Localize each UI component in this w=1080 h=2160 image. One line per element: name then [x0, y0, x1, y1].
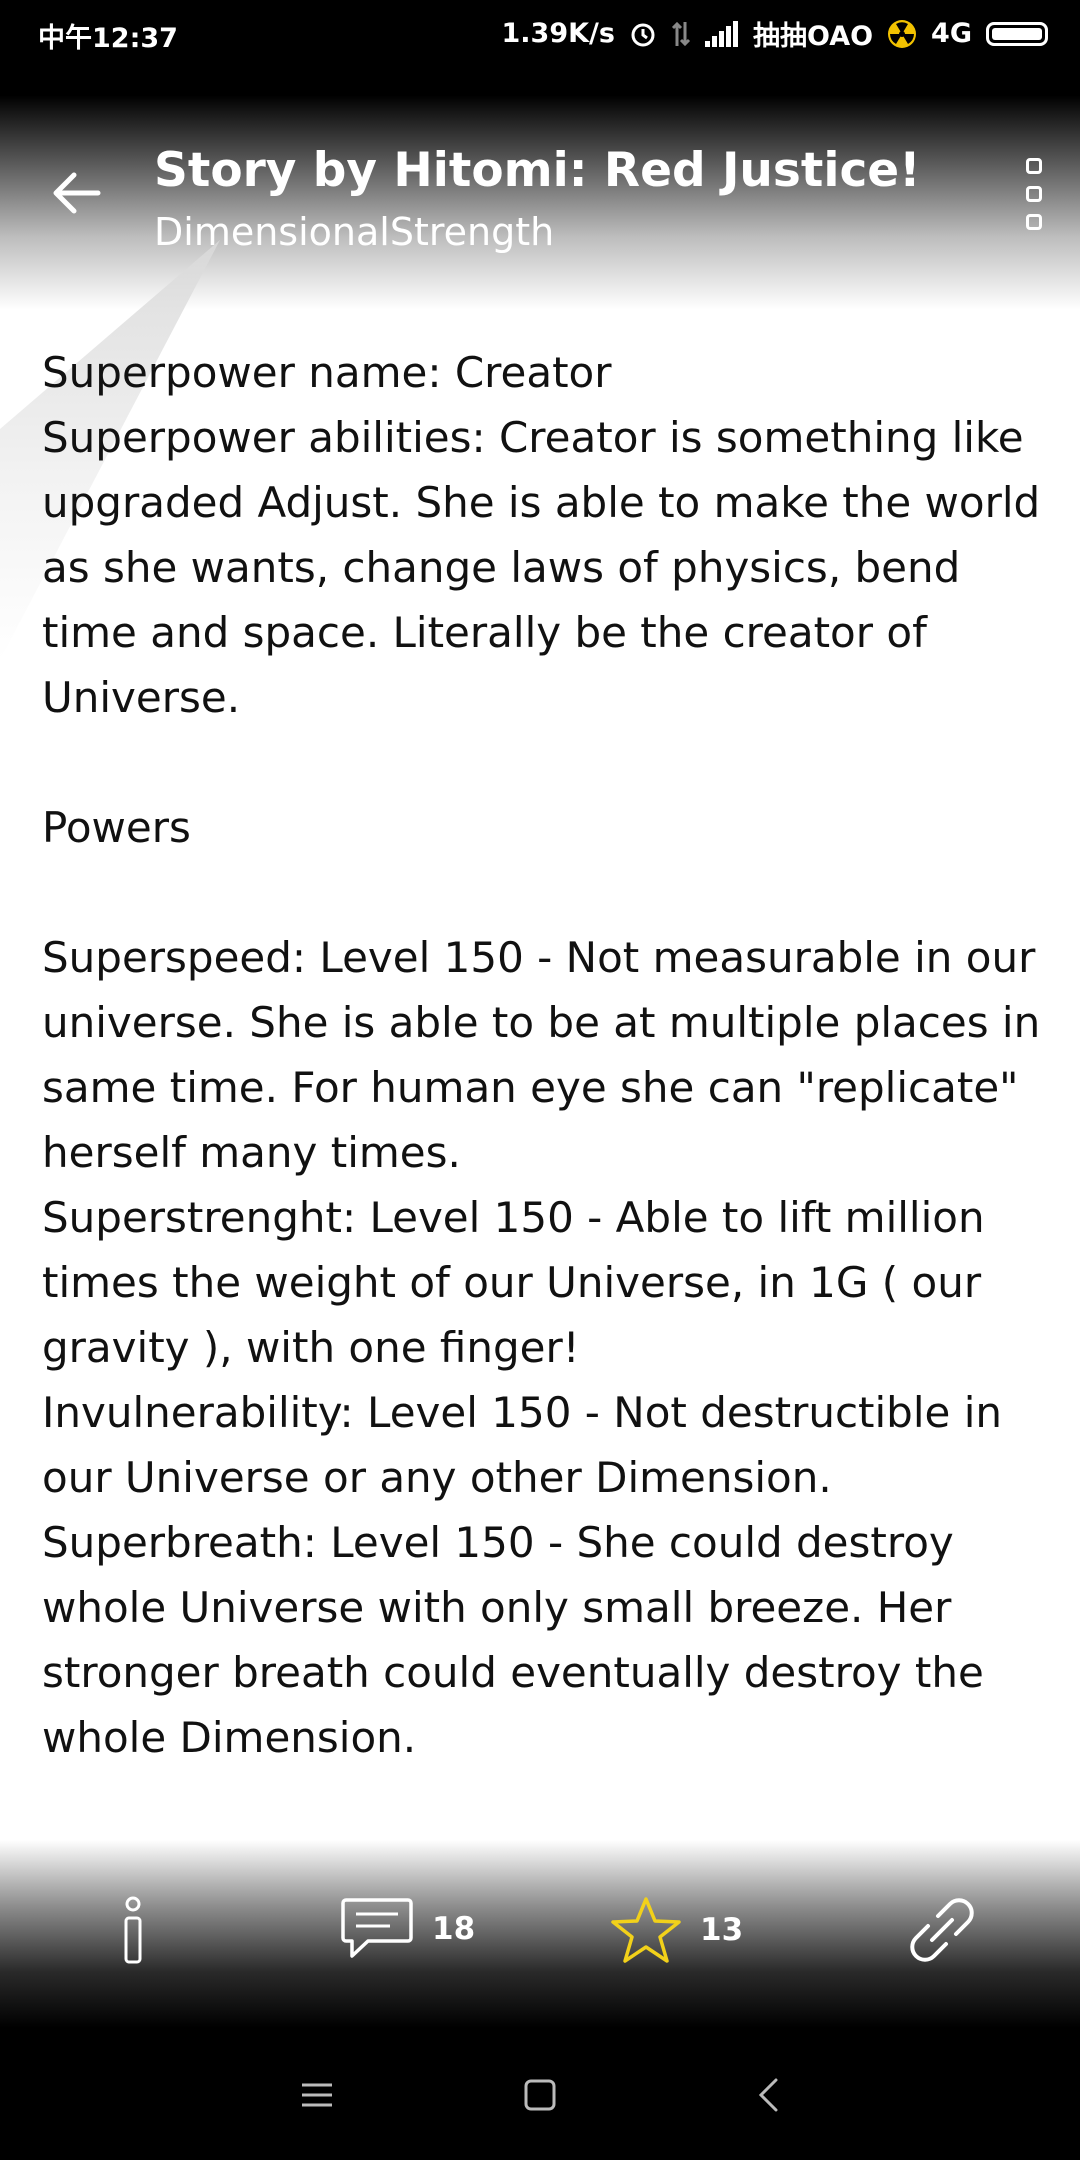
powers-heading: Powers: [42, 803, 191, 852]
comments-count: 18: [432, 1911, 476, 1947]
carrier-name: 抽抽OAO: [752, 21, 874, 52]
status-bar: 中午12:37 1.39K/s 抽抽OAO 4G: [0, 0, 1080, 66]
superstrength-paragraph: Superstrenght: Level 150 - Able to lift …: [42, 1193, 985, 1372]
net-speed: 1.39K/s: [501, 18, 615, 49]
info-icon: [124, 1896, 142, 1964]
stars-count: 13: [700, 1912, 744, 1948]
arrow-left-icon: [53, 172, 101, 214]
signal-icon: [704, 20, 739, 47]
story-title: Story by Hitomi: Red Justice!: [154, 143, 921, 198]
more-vertical-icon-dot: [1026, 214, 1042, 230]
star-icon: [611, 1897, 681, 1963]
network-type: 4G: [931, 18, 972, 49]
alarm-icon: [629, 20, 657, 48]
more-menu-button[interactable]: [1016, 158, 1052, 230]
battery-icon: [986, 21, 1048, 46]
back-button[interactable]: [40, 162, 112, 224]
story-author[interactable]: DimensionalStrength: [154, 210, 554, 254]
nav-back-button[interactable]: [738, 2070, 798, 2120]
comment-icon: [341, 1898, 413, 1958]
superpower-name-line: Superpower name: Creator: [42, 348, 612, 397]
radiation-icon: [887, 19, 917, 49]
more-vertical-icon-dot: [1026, 158, 1042, 174]
status-time: 中午12:37: [38, 23, 178, 54]
chevron-left-icon: [758, 2078, 778, 2112]
home-button[interactable]: [510, 2070, 570, 2120]
invulnerability-paragraph: Invulnerability: Level 150 - Not destruc…: [42, 1388, 1002, 1502]
star-button[interactable]: 13: [610, 1896, 743, 1964]
square-icon: [524, 2079, 556, 2111]
comments-button[interactable]: 18: [340, 1896, 475, 1962]
data-transfer-icon: [671, 20, 691, 48]
info-button[interactable]: [118, 1896, 148, 1966]
menu-icon: [302, 2083, 332, 2107]
superbreath-paragraph: Superbreath: Level 150 - She could destr…: [42, 1518, 984, 1762]
link-icon: [910, 1898, 974, 1962]
superpower-abilities-paragraph: Superpower abilities: Creator is somethi…: [42, 413, 1041, 722]
recents-button[interactable]: [287, 2070, 347, 2120]
story-content: Superpower name: Creator Superpower abil…: [42, 340, 1052, 1770]
more-vertical-icon-dot: [1026, 186, 1042, 202]
superspeed-paragraph: Superspeed: Level 150 - Not measurable i…: [42, 933, 1041, 1177]
status-right: 1.39K/s 抽抽OAO 4G: [501, 14, 1048, 53]
share-link-button[interactable]: [908, 1896, 976, 1964]
